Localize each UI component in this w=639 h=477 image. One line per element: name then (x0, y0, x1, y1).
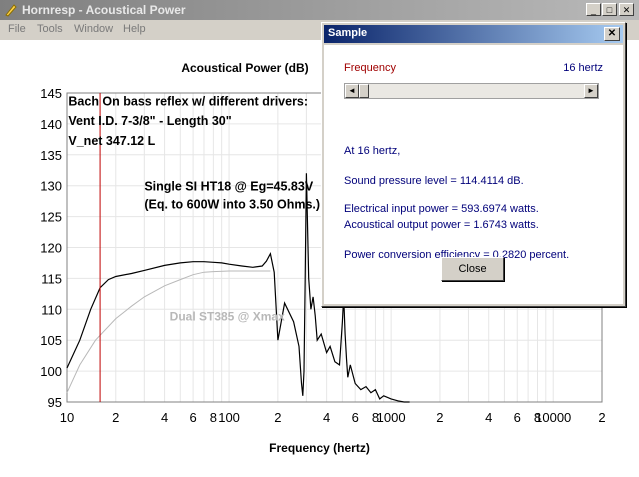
series-line-dual-st385 (66, 270, 271, 393)
menu-window[interactable]: Window (74, 23, 113, 35)
window-close-button[interactable]: ✕ (619, 3, 634, 16)
app-icon (5, 4, 17, 17)
frequency-label: Frequency (344, 62, 396, 74)
slider-left-arrow-icon[interactable]: ◄ (345, 84, 359, 98)
x-tick-label: 2 (436, 410, 443, 425)
x-tick-label: 4 (485, 410, 492, 425)
menu-help[interactable]: Help (123, 23, 146, 35)
slider-right-arrow-icon[interactable]: ► (584, 84, 598, 98)
y-tick-label: 140 (40, 117, 62, 132)
annotation-text: Single SI HT18 @ Eg=45.83V (144, 180, 314, 194)
x-tick-label: 1000 (377, 410, 406, 425)
x-tick-label: 2 (274, 410, 281, 425)
dialog-close-icon[interactable]: ✕ (604, 27, 620, 41)
series-label-dual-st385: Dual ST385 @ Xmax (170, 309, 285, 323)
frequency-slider[interactable]: ◄ ► (344, 83, 599, 99)
annotation-text: V_net 347.12 L (68, 134, 155, 148)
x-tick-label: 10000 (535, 410, 571, 425)
x-tick-label: 6 (352, 410, 359, 425)
menu-tools[interactable]: Tools (37, 23, 63, 35)
annotation-text: (Eq. to 600W into 3.50 Ohms.) (144, 198, 320, 212)
info-line-frequency: At 16 hertz, (344, 145, 401, 157)
x-tick-label: 4 (161, 410, 168, 425)
x-tick-label: 10 (60, 410, 74, 425)
info-line-electrical-power: Electrical input power = 593.6974 watts. (344, 203, 539, 215)
info-line-spl: Sound pressure level = 114.4114 dB. (344, 175, 524, 187)
y-tick-label: 120 (40, 241, 62, 256)
y-tick-label: 145 (40, 86, 62, 101)
dialog-body: Frequency 16 hertz ◄ ► At 16 hertz, Soun… (324, 45, 623, 304)
annotation-text: Bach On bass reflex w/ different drivers… (68, 94, 308, 108)
sample-dialog: Sample ✕ Frequency 16 hertz ◄ ► At 16 he… (321, 22, 626, 307)
x-tick-label: 100 (218, 410, 240, 425)
annotation-text: Vent I.D. 7-3/8" - Length 30" (68, 114, 231, 128)
dialog-title: Sample (328, 27, 368, 39)
y-tick-label: 130 (40, 179, 62, 194)
hornresp-window: Hornresp - Acoustical Power _ □ ✕ File T… (0, 0, 639, 477)
x-tick-label: 6 (514, 410, 521, 425)
y-tick-label: 135 (40, 148, 62, 163)
x-tick-label: 2 (598, 410, 605, 425)
menu-file[interactable]: File (8, 23, 26, 35)
chart-title: Acoustical Power (dB) (181, 61, 308, 75)
x-axis-label: Frequency (hertz) (269, 441, 370, 455)
frequency-value: 16 hertz (563, 62, 603, 74)
x-tick-label: 6 (189, 410, 196, 425)
slider-thumb[interactable] (359, 84, 369, 98)
dialog-title-bar[interactable]: Sample ✕ (324, 25, 623, 43)
y-tick-label: 100 (40, 364, 62, 379)
y-tick-label: 125 (40, 210, 62, 225)
title-bar[interactable]: Hornresp - Acoustical Power _ □ ✕ (0, 0, 639, 20)
x-tick-label: 8 (210, 410, 217, 425)
window-title: Hornresp - Acoustical Power (22, 3, 186, 17)
x-tick-label: 4 (323, 410, 330, 425)
close-button[interactable]: Close (441, 257, 504, 281)
y-tick-label: 110 (41, 302, 62, 317)
y-tick-label: 95 (48, 395, 62, 410)
y-tick-label: 115 (41, 271, 62, 286)
maximize-button[interactable]: □ (602, 3, 617, 16)
minimize-button[interactable]: _ (586, 3, 601, 16)
info-line-acoustical-power: Acoustical output power = 1.6743 watts. (344, 219, 539, 231)
y-tick-label: 105 (40, 333, 62, 348)
x-tick-label: 2 (112, 410, 119, 425)
